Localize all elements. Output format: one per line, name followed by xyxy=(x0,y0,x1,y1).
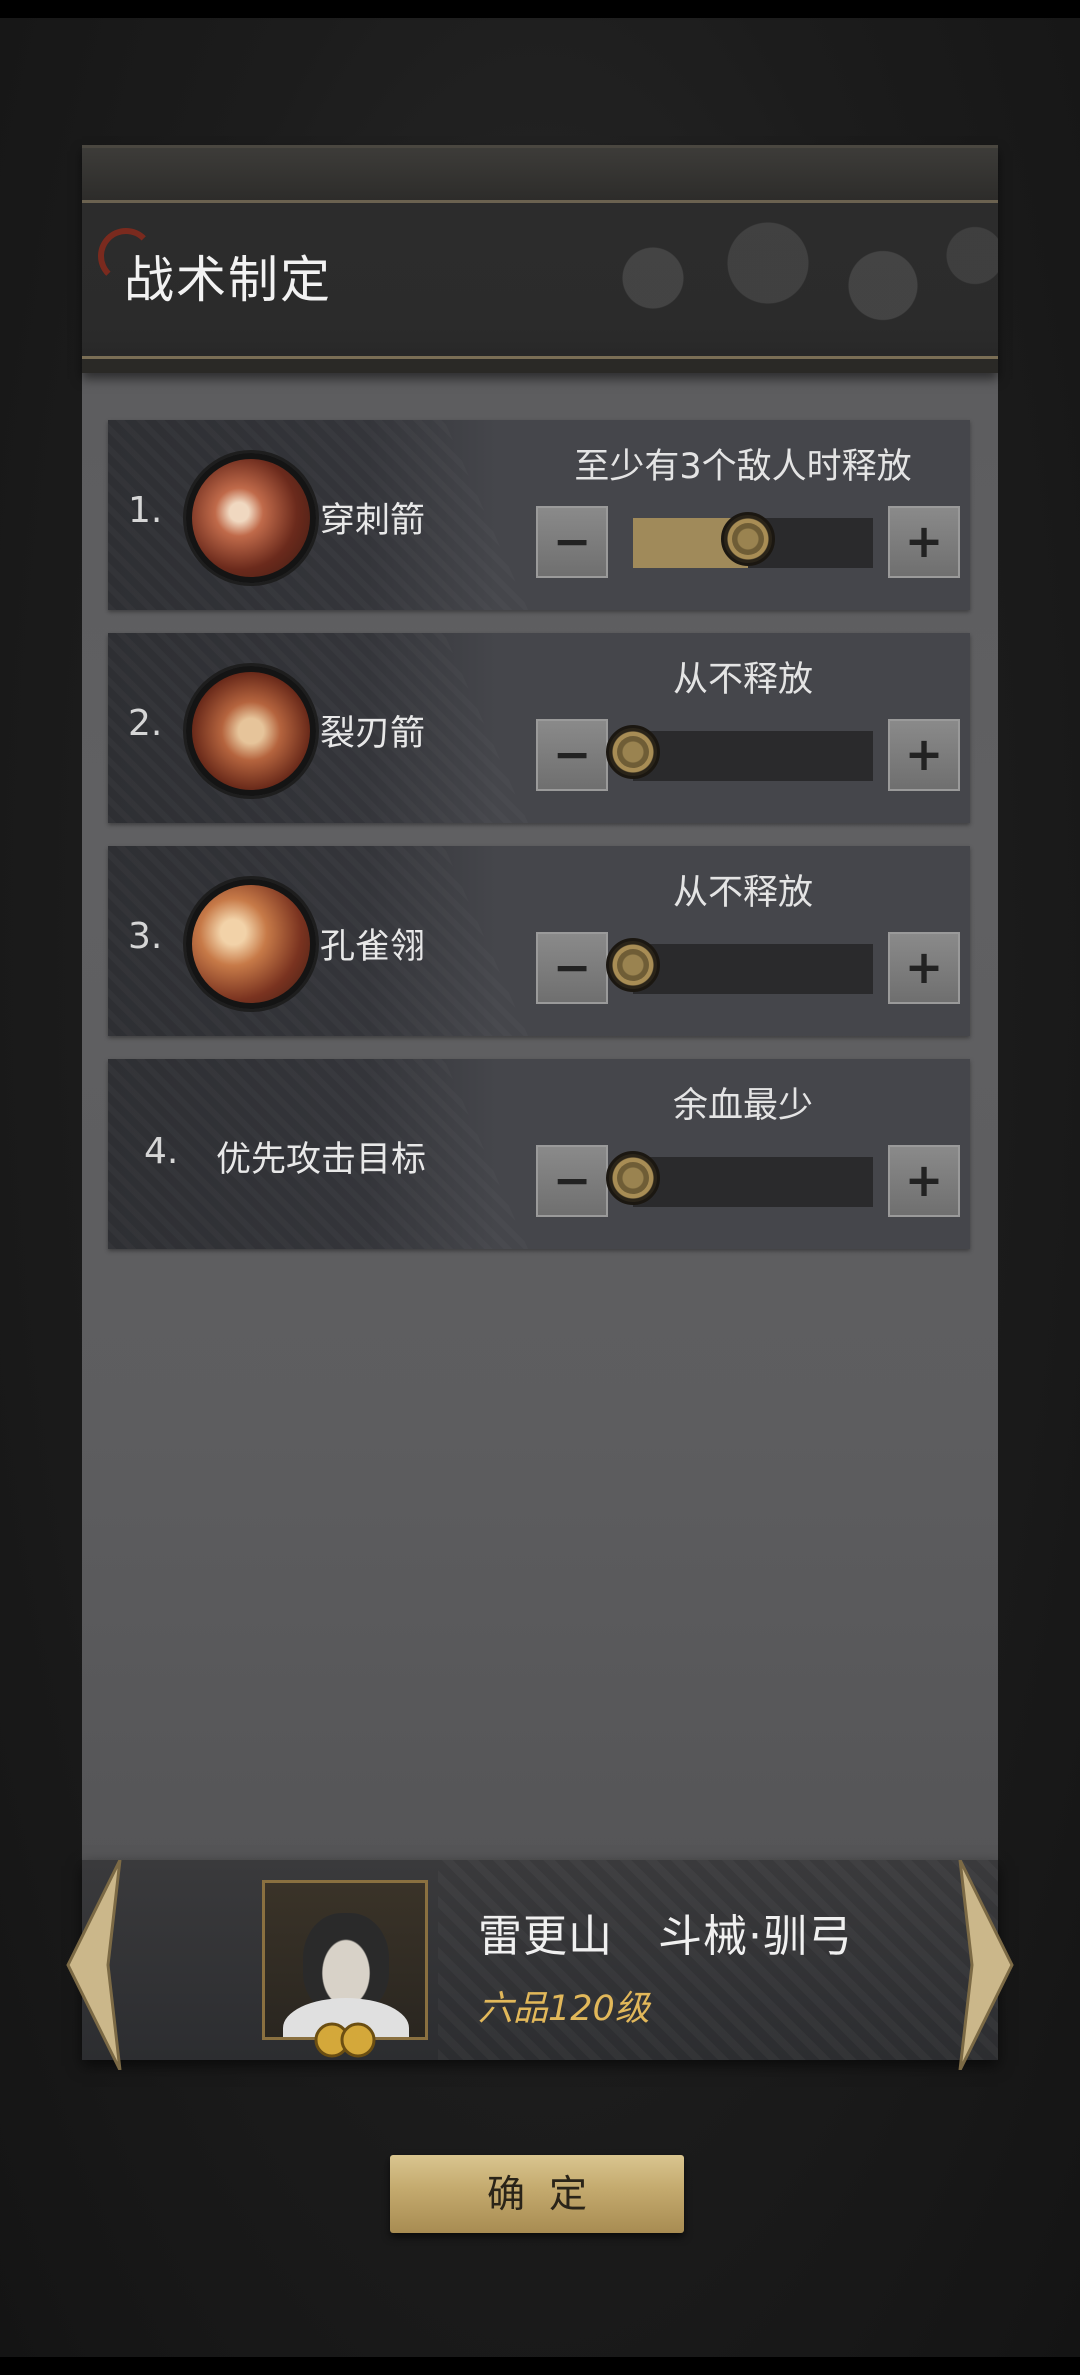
decrease-button[interactable]: − xyxy=(536,1145,608,1217)
tactic-row-2: 2. 裂刃箭 从不释放 − + xyxy=(108,633,970,823)
increase-button[interactable]: + xyxy=(888,932,960,1004)
decrease-button[interactable]: − xyxy=(536,506,608,578)
next-hero-arrow-icon[interactable] xyxy=(948,1860,1018,2070)
tactic-index: 3. xyxy=(128,916,163,957)
tactic-row-3: 3. 孔雀翎 从不释放 − + xyxy=(108,846,970,1036)
increase-button[interactable]: + xyxy=(888,719,960,791)
piercing-arrow-icon xyxy=(186,453,316,583)
skill-name: 穿刺箭 xyxy=(320,501,426,541)
status-bar xyxy=(0,0,1080,18)
row-pattern xyxy=(108,846,528,1036)
decrease-button[interactable]: − xyxy=(536,719,608,791)
row-pattern xyxy=(108,420,528,610)
skill-name: 孔雀翎 xyxy=(320,927,426,967)
tactic-row-1: 1. 穿刺箭 至少有3个敌人时释放 − + xyxy=(108,420,970,610)
tactic-index: 2. xyxy=(128,703,163,744)
tactic-row-4: 4. 优先攻击目标 余血最少 − + xyxy=(108,1059,970,1249)
slider-knob[interactable] xyxy=(606,938,660,992)
condition-slider[interactable] xyxy=(606,1151,873,1207)
header-band-bottom xyxy=(82,356,998,373)
page-title: 战术制定 xyxy=(124,251,332,309)
increase-button[interactable]: + xyxy=(888,1145,960,1217)
target-priority-label: 优先攻击目标 xyxy=(216,1140,427,1180)
condition-slider[interactable] xyxy=(606,938,873,994)
slider-knob[interactable] xyxy=(721,512,775,566)
cloud-ornament xyxy=(538,203,998,353)
header-band-top xyxy=(82,148,998,203)
condition-slider[interactable] xyxy=(606,725,873,781)
tactic-index: 1. xyxy=(128,490,163,531)
peacock-feather-icon xyxy=(186,879,316,1009)
decrease-button[interactable]: − xyxy=(536,932,608,1004)
tactic-index: 4. xyxy=(144,1131,179,1172)
condition-label: 从不释放 xyxy=(672,660,813,700)
previous-hero-arrow-icon[interactable] xyxy=(62,1860,132,2070)
rank-badge-icon xyxy=(314,2022,376,2058)
skill-name: 裂刃箭 xyxy=(320,714,426,754)
confirm-button[interactable]: 确定 xyxy=(390,2155,684,2233)
condition-label: 从不释放 xyxy=(672,873,813,913)
split-blade-arrow-icon xyxy=(186,666,316,796)
hero-name: 雷更山 斗械·驯弓 xyxy=(478,1911,853,1962)
condition-label: 至少有3个敌人时释放 xyxy=(574,447,912,487)
slider-knob[interactable] xyxy=(606,1151,660,1205)
condition-label: 余血最少 xyxy=(672,1086,813,1126)
condition-slider[interactable] xyxy=(633,512,873,568)
nav-bar xyxy=(0,2357,1080,2375)
hero-avatar[interactable] xyxy=(262,1880,428,2040)
slider-knob[interactable] xyxy=(606,725,660,779)
row-pattern xyxy=(108,633,528,823)
increase-button[interactable]: + xyxy=(888,506,960,578)
hero-rank: 六品120级 xyxy=(478,1989,650,2029)
